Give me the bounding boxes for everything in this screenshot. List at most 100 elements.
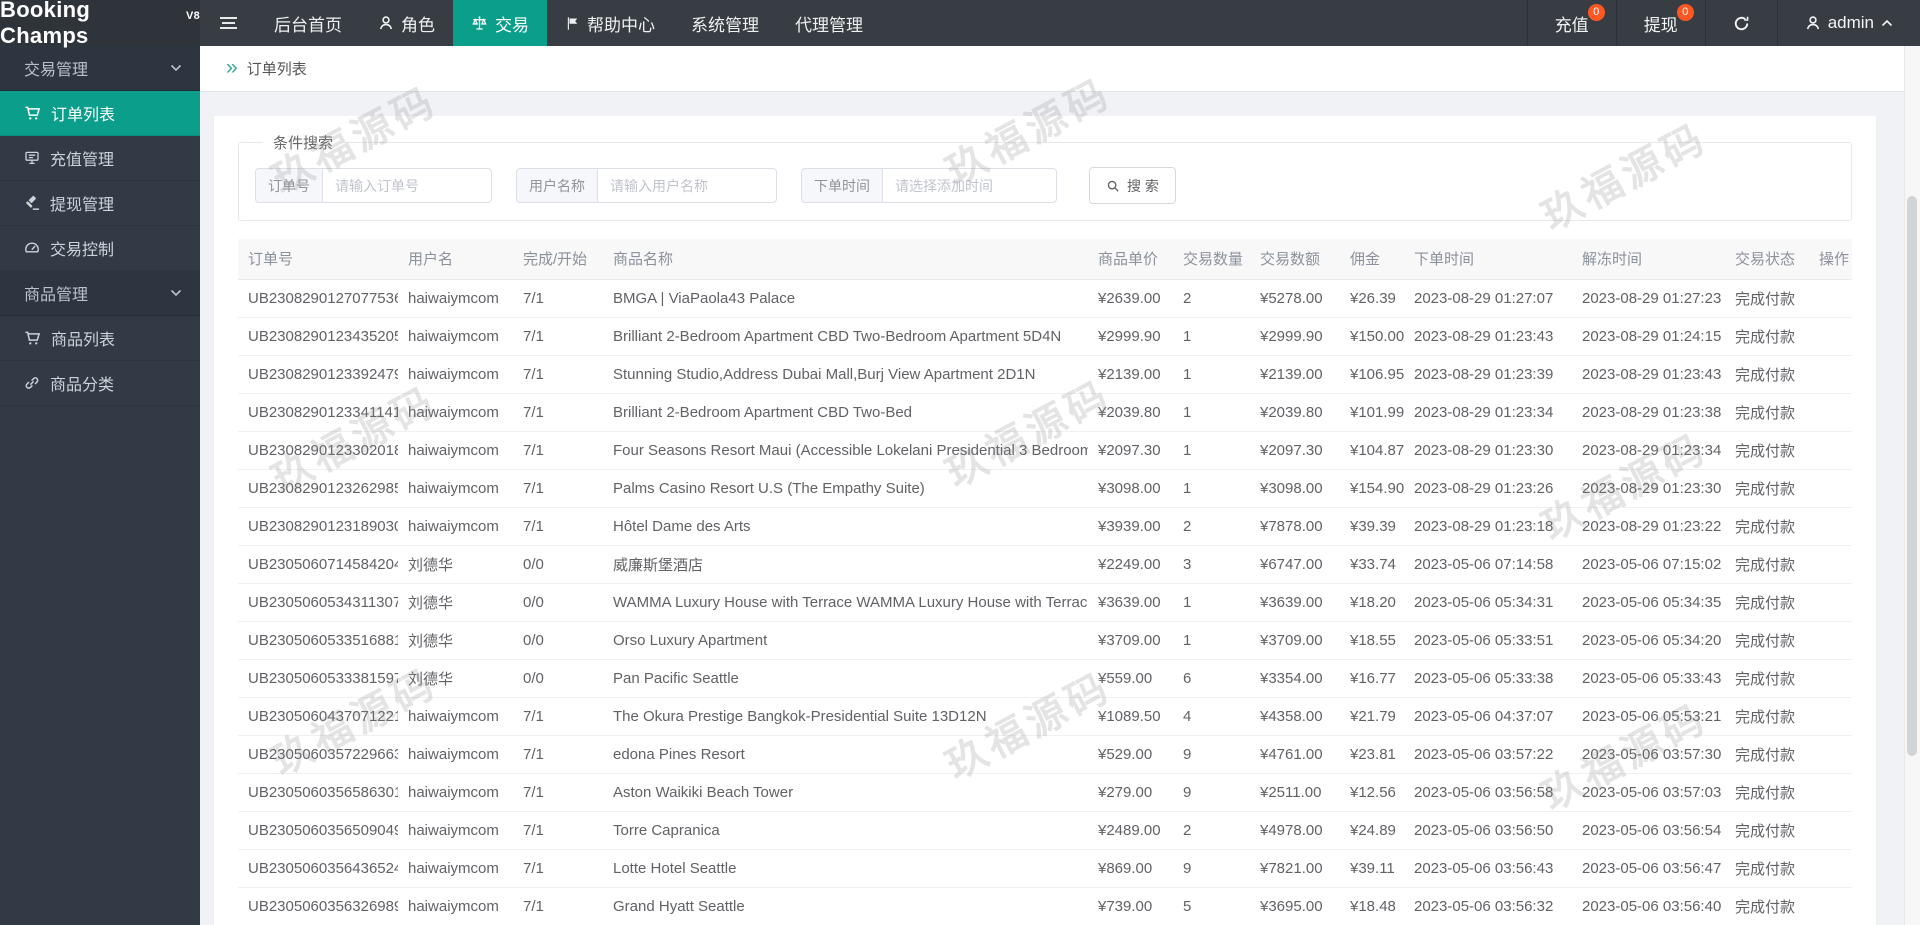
table-row: UB2308290123262985 haiwaiymcom 7/1 Palms Ca… [238, 469, 1852, 508]
top-menu: 后台首页 角色 交易 帮助中心 系统管理 代理管理 [256, 0, 881, 46]
table-cell: ¥16.77 [1340, 659, 1404, 698]
table-row: UB2305060533381597 刘德华 0/0 Pan Pacific Seat… [238, 659, 1852, 698]
nav-item-roles[interactable]: 角色 [360, 0, 453, 46]
nav-item-system-management[interactable]: 系统管理 [673, 0, 777, 46]
order-no-input[interactable] [322, 168, 492, 203]
search-field-order-no: 订单号 [255, 168, 492, 203]
table-cell: 2023-05-06 07:15:02 [1572, 545, 1725, 584]
withdraw-button[interactable]: 提现 0 [1615, 0, 1705, 46]
table-cell: UB2308290123189030 [238, 507, 398, 546]
table-cell: haiwaiymcom [398, 887, 513, 925]
column-header: 完成/开始 [513, 239, 603, 280]
sidebar-item-withdraw-management[interactable]: 提现管理 [0, 181, 200, 226]
column-header: 交易状态 [1725, 239, 1809, 280]
table-cell: Brilliant 2-Bedroom Apartment CBD Two-Be… [603, 393, 1088, 432]
username-input[interactable] [597, 168, 777, 203]
navbar-right: 充值 0 提现 0 admin [1526, 0, 1920, 46]
table-cell: 7/1 [513, 773, 603, 812]
chevron-down-icon [170, 289, 182, 297]
recharge-badge: 0 [1587, 4, 1605, 21]
table-cell: ¥23.81 [1340, 735, 1404, 774]
table-row: UB2305060356509049 haiwaiymcom 7/1 Torre Ca… [238, 811, 1852, 850]
sidebar-item-goods-list[interactable]: 商品列表 [0, 316, 200, 361]
table-cell: 2023-08-29 01:23:34 [1572, 431, 1725, 470]
table-cell: haiwaiymcom [398, 735, 513, 774]
scrollbar-track[interactable] [1904, 46, 1920, 925]
search-field-label: 订单号 [255, 168, 322, 203]
table-cell: Grand Hyatt Seattle [603, 887, 1088, 925]
table-cell: ¥26.39 [1340, 279, 1404, 318]
table-cell: 完成付款 [1725, 317, 1809, 356]
table-row: UB2305060357229663 haiwaiymcom 7/1 edona Pi… [238, 735, 1852, 774]
column-header: 商品单价 [1088, 239, 1173, 280]
table-cell: UB2305060534311307 [238, 583, 398, 622]
withdraw-badge: 0 [1676, 4, 1694, 21]
order-time-input[interactable] [882, 168, 1057, 203]
table-cell [1809, 355, 1852, 394]
table-row: UB2305060356586301 haiwaiymcom 7/1 Aston Wa… [238, 773, 1852, 812]
table-row: UB2308290123189030 haiwaiymcom 7/1 Hôtel Da… [238, 507, 1852, 546]
table-cell: ¥3709.00 [1250, 621, 1340, 660]
table-cell: 1 [1173, 355, 1250, 394]
hamburger-icon[interactable] [200, 0, 256, 46]
table-cell: 2023-08-29 01:23:38 [1572, 393, 1725, 432]
column-header: 解冻时间 [1572, 239, 1725, 280]
table-cell: ¥739.00 [1088, 887, 1173, 925]
search-panel: 条件搜索 订单号 用户名称 下单时间 搜 索 [238, 132, 1852, 221]
nav-item-dashboard[interactable]: 后台首页 [256, 0, 360, 46]
table-cell: 7/1 [513, 279, 603, 318]
table-cell: 2023-05-06 03:57:03 [1572, 773, 1725, 812]
double-chevron-icon: » [226, 56, 238, 79]
table-cell: 完成付款 [1725, 507, 1809, 546]
nav-item-trade[interactable]: 交易 [453, 0, 547, 46]
table-cell: 完成付款 [1725, 279, 1809, 318]
table-cell: ¥2039.80 [1250, 393, 1340, 432]
table-cell: 2023-05-06 03:56:50 [1404, 811, 1572, 850]
table-cell [1809, 811, 1852, 850]
sidebar-item-trade-control[interactable]: 交易控制 [0, 226, 200, 271]
table-cell: 2023-08-29 01:23:43 [1572, 355, 1725, 394]
table-cell: 2023-05-06 03:56:58 [1404, 773, 1572, 812]
table-cell: 完成付款 [1725, 773, 1809, 812]
table-cell: 刘德华 [398, 621, 513, 660]
table-cell: 4 [1173, 697, 1250, 736]
table-cell: ¥18.55 [1340, 621, 1404, 660]
nav-item-help-center[interactable]: 帮助中心 [547, 0, 673, 46]
table-cell: UB2308290127077536 [238, 279, 398, 318]
table-cell: ¥2999.90 [1250, 317, 1340, 356]
table-cell: 2023-08-29 01:23:39 [1404, 355, 1572, 394]
sidebar-item-recharge-management[interactable]: 充值管理 [0, 136, 200, 181]
table-cell: ¥2511.00 [1250, 773, 1340, 812]
table-cell: ¥2139.00 [1250, 355, 1340, 394]
recharge-button[interactable]: 充值 0 [1526, 0, 1616, 46]
admin-menu[interactable]: admin [1776, 0, 1920, 46]
sidebar-item-goods-category[interactable]: 商品分类 [0, 361, 200, 406]
sidebar-group-goods-management[interactable]: 商品管理 [0, 271, 200, 316]
table-cell: 完成付款 [1725, 393, 1809, 432]
sidebar-group-trade-management[interactable]: 交易管理 [0, 46, 200, 91]
search-button[interactable]: 搜 索 [1089, 167, 1176, 204]
table-cell [1809, 583, 1852, 622]
table-cell: UB2305060357229663 [238, 735, 398, 774]
table-row: UB2305060534311307 刘德华 0/0 WAMMA Luxury Hou… [238, 583, 1852, 622]
sidebar-item-order-list[interactable]: 订单列表 [0, 91, 200, 136]
table-cell: ¥7821.00 [1250, 849, 1340, 888]
table-cell: 3 [1173, 545, 1250, 584]
table-cell: ¥2249.00 [1088, 545, 1173, 584]
table-row: UB2308290123435205 haiwaiymcom 7/1 Brillian… [238, 317, 1852, 356]
table-row: UB2305060533516881 刘德华 0/0 Orso Luxury Apar… [238, 621, 1852, 660]
table-cell: 完成付款 [1725, 887, 1809, 925]
table-cell: haiwaiymcom [398, 811, 513, 850]
scrollbar-thumb[interactable] [1907, 196, 1917, 756]
table-cell: UB2305060533381597 [238, 659, 398, 698]
nav-item-agent-management[interactable]: 代理管理 [777, 0, 881, 46]
column-header: 交易数额 [1250, 239, 1340, 280]
table-cell: 完成付款 [1725, 431, 1809, 470]
table-cell: 刘德华 [398, 545, 513, 584]
search-field-order-time: 下单时间 [801, 168, 1057, 203]
navbar: Booking Champs V8 后台首页 角色 交易 帮助中心 系统管理 代理管理 充… [0, 0, 1920, 48]
sidebar-item-label: 提现管理 [50, 197, 115, 214]
refresh-button[interactable] [1704, 0, 1777, 46]
table-cell: 0/0 [513, 545, 603, 584]
chevron-down-icon [170, 64, 182, 72]
